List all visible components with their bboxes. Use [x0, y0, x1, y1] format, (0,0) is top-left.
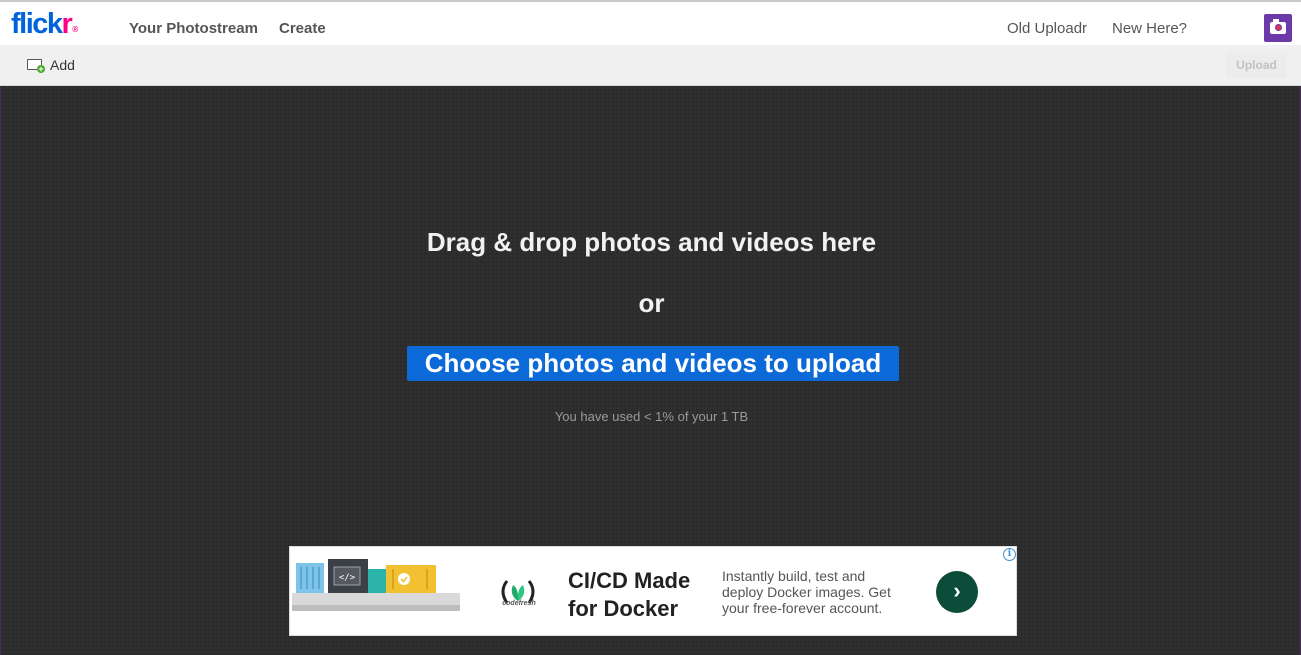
ad-body-text: Instantly build, test and deploy Docker …	[722, 568, 891, 616]
add-photo-icon: +	[27, 58, 45, 73]
nav-old-uploadr[interactable]: Old Uploadr	[1007, 21, 1087, 37]
ad-cta-chevron-right-icon[interactable]: ›	[936, 571, 978, 613]
ad-banner[interactable]: i </> codefresh CI/CD Made for Docker In…	[289, 546, 1017, 636]
svg-text:</>: </>	[339, 573, 356, 583]
upload-button[interactable]: Upload	[1226, 53, 1287, 78]
docker-containers-illustration: </>	[292, 559, 460, 611]
avatar-camera-lens	[1275, 24, 1282, 31]
or-separator: or	[638, 288, 665, 318]
nav-create[interactable]: Create	[279, 21, 326, 37]
logo-main-text: flick	[11, 8, 63, 40]
logo-registered-mark: ®	[72, 25, 78, 34]
user-avatar[interactable]	[1264, 14, 1292, 42]
ad-headline: CI/CD Made for Docker	[568, 568, 691, 621]
choose-files-button[interactable]: Choose photos and videos to upload	[407, 346, 899, 381]
drag-drop-heading: Drag & drop photos and videos here	[426, 227, 877, 257]
add-button[interactable]: + Add	[27, 56, 75, 74]
drop-zone[interactable]: Drag & drop photos and videos here or Ch…	[0, 86, 1301, 655]
logo-accent-text: r	[61, 8, 73, 40]
nav-new-here[interactable]: New Here?	[1112, 21, 1187, 37]
add-button-label: Add	[50, 57, 75, 73]
upload-toolbar: + Add Upload	[0, 45, 1301, 86]
flickr-logo[interactable]: flickr®	[11, 6, 78, 42]
codefresh-logo	[501, 580, 535, 604]
ad-info-icon[interactable]: i	[1003, 548, 1016, 561]
top-nav: flickr® Your Photostream Create Old Uplo…	[0, 0, 1301, 45]
storage-usage-text: You have used < 1% of your 1 TB	[554, 409, 749, 424]
nav-your-photostream[interactable]: Your Photostream	[129, 21, 258, 37]
codefresh-wordmark: codefresh	[502, 600, 536, 607]
